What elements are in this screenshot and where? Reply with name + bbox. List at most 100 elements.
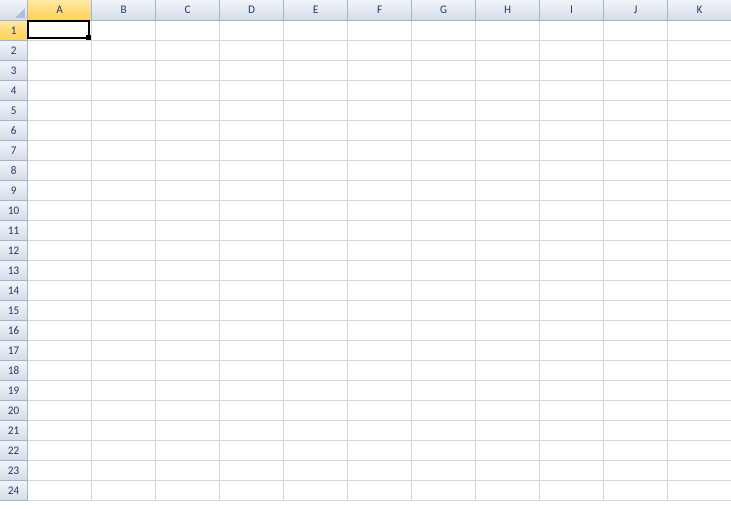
cell-j4[interactable] xyxy=(604,81,668,101)
cell-g17[interactable] xyxy=(412,341,476,361)
cell-g22[interactable] xyxy=(412,441,476,461)
cell-k19[interactable] xyxy=(668,381,731,401)
row-header-9[interactable]: 9 xyxy=(0,181,28,201)
cell-a16[interactable] xyxy=(28,321,92,341)
cell-k22[interactable] xyxy=(668,441,731,461)
cell-a4[interactable] xyxy=(28,81,92,101)
cell-f11[interactable] xyxy=(348,221,412,241)
cell-d4[interactable] xyxy=(220,81,284,101)
cell-i2[interactable] xyxy=(540,41,604,61)
cell-c23[interactable] xyxy=(156,461,220,481)
cell-e16[interactable] xyxy=(284,321,348,341)
cell-i24[interactable] xyxy=(540,481,604,501)
cell-i3[interactable] xyxy=(540,61,604,81)
cell-h11[interactable] xyxy=(476,221,540,241)
cell-i14[interactable] xyxy=(540,281,604,301)
cell-a9[interactable] xyxy=(28,181,92,201)
cell-a2[interactable] xyxy=(28,41,92,61)
cell-i5[interactable] xyxy=(540,101,604,121)
cell-k7[interactable] xyxy=(668,141,731,161)
row-header-20[interactable]: 20 xyxy=(0,401,28,421)
cell-k17[interactable] xyxy=(668,341,731,361)
row-header-2[interactable]: 2 xyxy=(0,41,28,61)
cell-h19[interactable] xyxy=(476,381,540,401)
cell-c16[interactable] xyxy=(156,321,220,341)
cell-h20[interactable] xyxy=(476,401,540,421)
cell-k2[interactable] xyxy=(668,41,731,61)
cell-i13[interactable] xyxy=(540,261,604,281)
cell-e18[interactable] xyxy=(284,361,348,381)
cell-f10[interactable] xyxy=(348,201,412,221)
cell-e2[interactable] xyxy=(284,41,348,61)
cell-i20[interactable] xyxy=(540,401,604,421)
cell-j7[interactable] xyxy=(604,141,668,161)
cell-b11[interactable] xyxy=(92,221,156,241)
cell-k16[interactable] xyxy=(668,321,731,341)
cell-h17[interactable] xyxy=(476,341,540,361)
cell-g3[interactable] xyxy=(412,61,476,81)
cell-d1[interactable] xyxy=(220,21,284,41)
cell-g10[interactable] xyxy=(412,201,476,221)
row-header-24[interactable]: 24 xyxy=(0,481,28,501)
cell-h6[interactable] xyxy=(476,121,540,141)
cell-h10[interactable] xyxy=(476,201,540,221)
cell-d10[interactable] xyxy=(220,201,284,221)
row-header-1[interactable]: 1 xyxy=(0,21,28,41)
row-header-21[interactable]: 21 xyxy=(0,421,28,441)
cell-j11[interactable] xyxy=(604,221,668,241)
row-header-14[interactable]: 14 xyxy=(0,281,28,301)
cell-b7[interactable] xyxy=(92,141,156,161)
cell-b4[interactable] xyxy=(92,81,156,101)
cell-b2[interactable] xyxy=(92,41,156,61)
cell-b22[interactable] xyxy=(92,441,156,461)
cell-h24[interactable] xyxy=(476,481,540,501)
cell-g2[interactable] xyxy=(412,41,476,61)
cell-j5[interactable] xyxy=(604,101,668,121)
column-header-h[interactable]: H xyxy=(476,0,540,21)
cell-g23[interactable] xyxy=(412,461,476,481)
cell-j13[interactable] xyxy=(604,261,668,281)
cell-k15[interactable] xyxy=(668,301,731,321)
cell-i21[interactable] xyxy=(540,421,604,441)
cell-i10[interactable] xyxy=(540,201,604,221)
cell-c5[interactable] xyxy=(156,101,220,121)
cell-i6[interactable] xyxy=(540,121,604,141)
cell-e23[interactable] xyxy=(284,461,348,481)
cell-f4[interactable] xyxy=(348,81,412,101)
cell-d16[interactable] xyxy=(220,321,284,341)
row-header-19[interactable]: 19 xyxy=(0,381,28,401)
cell-a18[interactable] xyxy=(28,361,92,381)
cell-f1[interactable] xyxy=(348,21,412,41)
cell-k21[interactable] xyxy=(668,421,731,441)
row-header-3[interactable]: 3 xyxy=(0,61,28,81)
column-header-k[interactable]: K xyxy=(668,0,731,21)
cell-b17[interactable] xyxy=(92,341,156,361)
cell-c2[interactable] xyxy=(156,41,220,61)
cell-e7[interactable] xyxy=(284,141,348,161)
cell-e24[interactable] xyxy=(284,481,348,501)
cell-g7[interactable] xyxy=(412,141,476,161)
column-header-b[interactable]: B xyxy=(92,0,156,21)
cell-j16[interactable] xyxy=(604,321,668,341)
row-header-16[interactable]: 16 xyxy=(0,321,28,341)
cell-e5[interactable] xyxy=(284,101,348,121)
cell-j23[interactable] xyxy=(604,461,668,481)
cell-g20[interactable] xyxy=(412,401,476,421)
cell-f7[interactable] xyxy=(348,141,412,161)
cell-f17[interactable] xyxy=(348,341,412,361)
cell-j3[interactable] xyxy=(604,61,668,81)
row-header-13[interactable]: 13 xyxy=(0,261,28,281)
column-header-i[interactable]: I xyxy=(540,0,604,21)
cell-h15[interactable] xyxy=(476,301,540,321)
row-header-22[interactable]: 22 xyxy=(0,441,28,461)
cell-h3[interactable] xyxy=(476,61,540,81)
cell-j15[interactable] xyxy=(604,301,668,321)
cell-i12[interactable] xyxy=(540,241,604,261)
cell-d23[interactable] xyxy=(220,461,284,481)
cell-h23[interactable] xyxy=(476,461,540,481)
select-all-button[interactable] xyxy=(0,0,28,21)
cell-j17[interactable] xyxy=(604,341,668,361)
cell-g9[interactable] xyxy=(412,181,476,201)
cell-h13[interactable] xyxy=(476,261,540,281)
cell-j18[interactable] xyxy=(604,361,668,381)
